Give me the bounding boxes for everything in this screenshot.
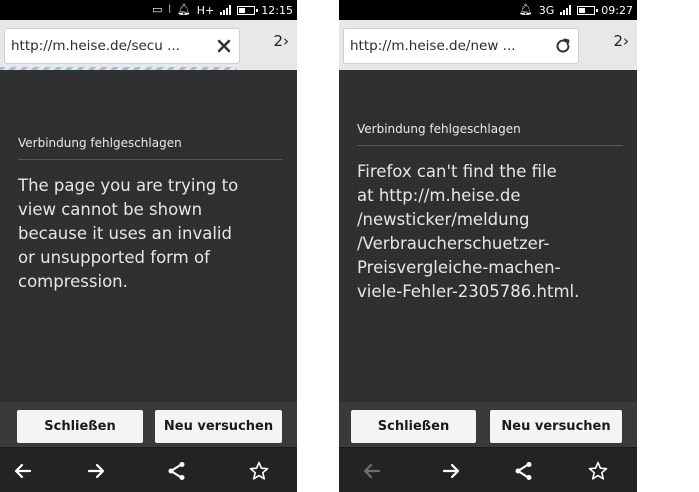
status-bar: 🔔︎ 3G 09:27 [339,0,637,20]
back-arrow-icon[interactable] [9,457,37,485]
bell-icon: 🔔︎ [176,3,191,16]
url-field[interactable]: http://m.heise.de/secu ... [4,28,240,64]
error-page: Verbindung fehlgeschlagen Firefox can't … [339,70,637,402]
status-time: 12:15 [261,3,293,17]
tab-button[interactable]: 2› [557,20,637,70]
error-title: Verbindung fehlgeschlagen [18,136,283,160]
url-bar: 2› http://m.heise.de/secu ... [0,20,297,70]
phone-screen-right: 🔔︎ 3G 09:27 2› http://m.heise.de/new ...… [339,0,637,492]
back-arrow-icon [358,457,386,485]
tab-count: 2› [273,32,289,50]
bell-icon: 🔔︎ [518,3,533,16]
close-button[interactable]: Schließen [17,410,143,443]
status-bar: ▭ ⦚ 🔔︎ H+ 12:15 [0,0,297,20]
network-type: 3G [538,3,555,17]
share-icon[interactable] [163,457,191,485]
battery-icon [237,5,259,15]
error-message: The page you are trying to view cannot b… [18,176,239,291]
navigation-bar [339,447,637,492]
error-title: Verbindung fehlgeschlagen [357,122,623,146]
share-icon[interactable] [510,457,538,485]
url-text: http://m.heise.de/new ... [350,38,516,54]
close-button[interactable]: Schließen [351,410,476,443]
retry-button[interactable]: Neu versuchen [490,410,622,443]
signal-icon [560,5,572,15]
button-bar: Schließen Neu versuchen [0,402,297,447]
screen-mirror-icon: ▭ [152,3,163,16]
vibrate-icon: ⦚ [168,3,171,16]
forward-arrow-icon[interactable] [82,457,110,485]
forward-arrow-icon[interactable] [437,457,465,485]
phone-screen-left: ▭ ⦚ 🔔︎ H+ 12:15 2› http://m.heise.de/sec… [0,0,297,492]
reload-icon[interactable] [548,28,578,64]
tab-count: 2› [613,32,629,50]
button-bar: Schließen Neu versuchen [339,402,637,447]
error-message: Firefox can't find the file at http://m.… [357,162,580,301]
status-time: 09:27 [601,3,633,17]
url-bar: 2› http://m.heise.de/new ... [339,20,637,70]
url-field[interactable]: http://m.heise.de/new ... [343,28,579,64]
bookmark-star-icon[interactable] [584,457,612,485]
navigation-bar [0,447,297,492]
tab-button[interactable]: 2› [217,20,297,70]
battery-icon [577,5,599,15]
retry-button[interactable]: Neu versuchen [155,410,282,443]
bookmark-star-icon[interactable] [245,457,273,485]
signal-icon [220,5,232,15]
error-page: Verbindung fehlgeschlagen The page you a… [0,70,297,402]
close-icon[interactable] [209,28,239,64]
network-type: H+ [196,3,215,17]
url-text: http://m.heise.de/secu ... [11,38,180,54]
